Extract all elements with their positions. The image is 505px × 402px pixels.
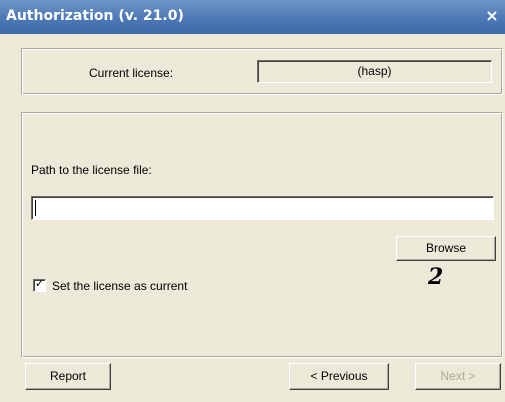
license-file-group: [21, 112, 503, 358]
next-button-label: Next >: [440, 369, 476, 383]
report-button-label: Report: [49, 369, 87, 383]
current-license-field: (hasp): [257, 60, 492, 83]
current-license-value: (hasp): [357, 64, 392, 78]
set-current-checkbox[interactable]: ✓: [33, 277, 46, 292]
browse-button[interactable]: Browse: [396, 236, 496, 261]
set-current-label[interactable]: Set the license as current: [52, 279, 187, 293]
license-path-input[interactable]: [31, 196, 494, 220]
window-title: Authorization (v. 21.0): [6, 8, 184, 24]
step-annotation: 2: [428, 264, 444, 290]
text-caret: [35, 200, 36, 216]
browse-button-label: Browse: [425, 241, 466, 255]
previous-button[interactable]: < Previous: [289, 363, 389, 390]
previous-button-label: < Previous: [310, 369, 368, 383]
title-bar[interactable]: Authorization (v. 21.0) ×: [0, 0, 505, 34]
path-label: Path to the license file:: [31, 163, 152, 177]
check-icon: ✓: [34, 277, 45, 290]
dialog-body: Current license: (hasp) Path to the lice…: [0, 34, 505, 402]
next-button: Next >: [415, 363, 501, 390]
report-button[interactable]: Report: [25, 363, 111, 390]
close-icon[interactable]: ×: [483, 6, 501, 26]
current-license-label: Current license:: [89, 66, 174, 80]
